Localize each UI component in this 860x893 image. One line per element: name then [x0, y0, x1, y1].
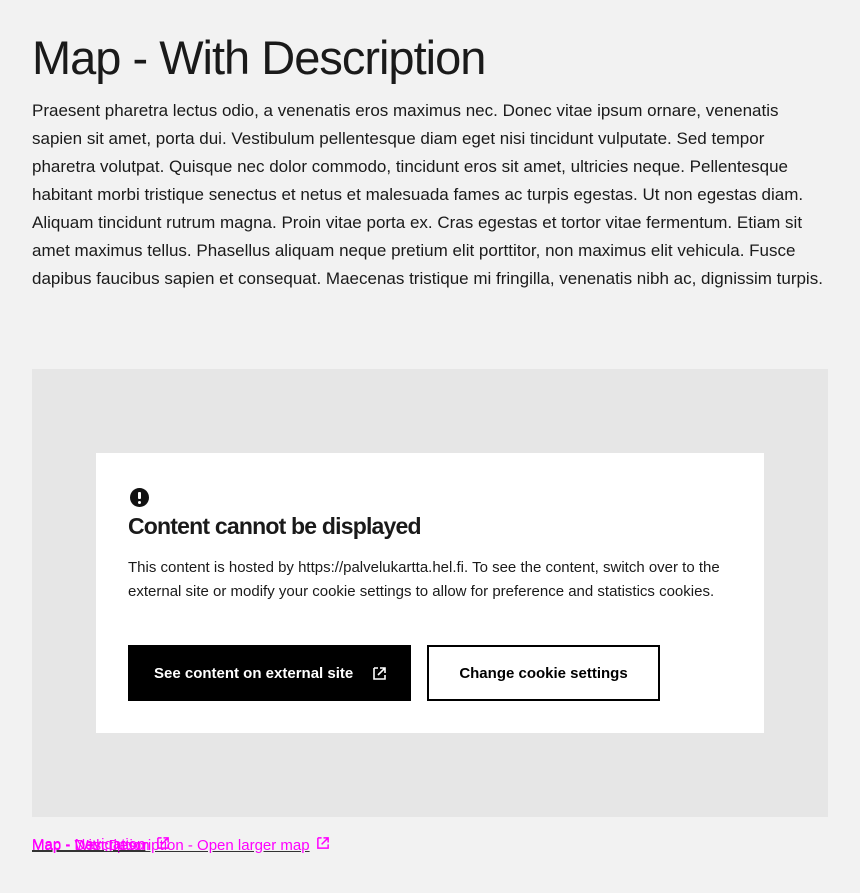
notice-text: This content is hosted by https://palvel…	[128, 559, 720, 600]
change-cookie-settings-label: Change cookie settings	[459, 664, 628, 682]
page-description: Praesent pharetra lectus odio, a venenat…	[32, 101, 823, 288]
map-placeholder: Content cannot be displayed This content…	[32, 369, 828, 817]
cookie-notice: Content cannot be displayed This content…	[96, 453, 764, 733]
see-content-external-button[interactable]: See content on external site	[128, 645, 411, 701]
open-larger-map-link[interactable]: Map - With Description - Open larger map	[32, 836, 330, 855]
page: Map - With Description Praesent pharetra…	[0, 0, 860, 893]
open-larger-map-link-label: Map - With Description - Open larger map	[32, 836, 310, 854]
change-cookie-settings-button[interactable]: Change cookie settings	[427, 645, 660, 701]
notice-title: Content cannot be displayed	[128, 513, 422, 539]
alert-circle-icon	[130, 488, 149, 507]
external-link-icon	[372, 666, 387, 685]
map-links: Map - Navigation Map - Description Map -…	[32, 836, 432, 854]
page-title: Map - With Description	[32, 31, 486, 84]
see-content-external-label: See content on external site	[154, 664, 354, 682]
external-link-icon	[316, 836, 330, 855]
